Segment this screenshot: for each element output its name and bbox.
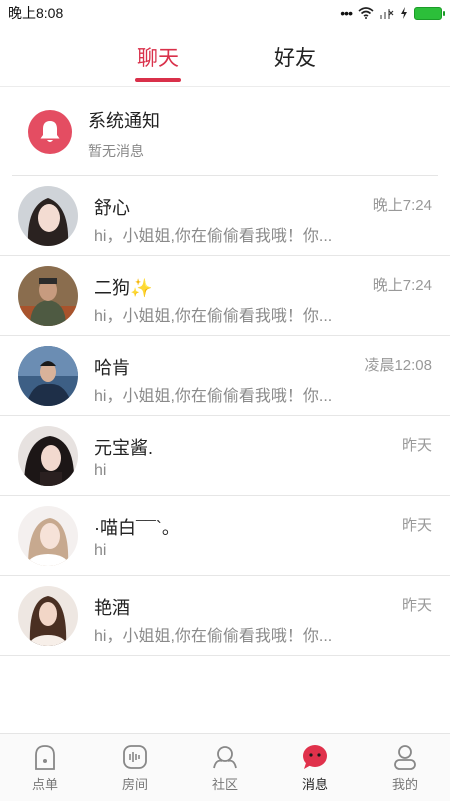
contact-name: ·喵白¯¯`。	[94, 518, 180, 538]
avatar	[18, 266, 78, 326]
system-notice-title: 系统通知	[88, 111, 160, 131]
message-time: 昨天	[401, 517, 432, 534]
contact-name: 元宝酱.	[94, 438, 154, 458]
battery-icon	[414, 6, 445, 20]
message-preview: hi	[94, 462, 107, 479]
contact-name: 哈肯	[94, 358, 130, 378]
charging-icon	[401, 7, 407, 19]
contact-name: 舒心	[94, 198, 130, 218]
room-icon	[123, 745, 147, 769]
sparkle-icon: ✨	[130, 278, 153, 298]
nav-messages[interactable]: 消息	[270, 734, 360, 801]
chat-list: 舒心 晚上7:24 hi，小姐姐,你在偷偷看我哦！你... 二狗✨ 晚上7:24…	[0, 176, 450, 656]
avatar	[18, 506, 78, 566]
dots-icon: •••	[340, 5, 353, 21]
message-preview: hi，小姐姐,你在偷偷看我哦！你...	[94, 388, 333, 405]
chat-item-miaobai[interactable]: ·喵白¯¯`。 昨天 hi	[0, 496, 450, 576]
top-tab-bar: 聊天 好友	[0, 26, 450, 87]
nav-room[interactable]: 房间	[90, 734, 180, 801]
active-tab-indicator	[135, 78, 181, 82]
message-time: 晚上7:24	[372, 277, 432, 294]
message-preview: hi	[94, 542, 107, 559]
signal-icon	[380, 9, 394, 19]
nav-label-messages: 消息	[301, 777, 328, 792]
tab-chat[interactable]: 聊天	[137, 42, 179, 72]
message-icon	[303, 745, 327, 769]
community-icon	[213, 746, 237, 769]
message-time: 凌晨12:08	[364, 357, 432, 374]
chat-item-yanjiu[interactable]: 艳酒 昨天 hi，小姐姐,你在偷偷看我哦！你...	[0, 576, 450, 656]
nav-label-profile: 我的	[391, 777, 418, 792]
nav-profile[interactable]: 我的	[360, 734, 450, 801]
message-preview: hi，小姐姐,你在偷偷看我哦！你...	[94, 228, 333, 245]
status-bar: 晚上8:08 •••	[0, 0, 450, 26]
status-time: 晚上8:08	[8, 5, 64, 21]
system-notice-item[interactable]: 系统通知 暂无消息	[0, 87, 450, 175]
contact-name: 二狗✨	[94, 278, 153, 298]
bell-icon	[28, 110, 72, 154]
nav-label-community: 社区	[211, 777, 238, 792]
chat-item-yuanbaojiang[interactable]: 元宝酱. 昨天 hi	[0, 416, 450, 496]
message-time: 昨天	[401, 437, 432, 454]
avatar	[18, 186, 78, 246]
profile-icon	[394, 745, 416, 770]
avatar	[18, 346, 78, 406]
status-icons: •••	[340, 5, 445, 21]
contact-name: 艳酒	[94, 598, 130, 618]
nav-label-room: 房间	[121, 777, 148, 792]
wifi-icon	[358, 7, 374, 19]
chat-item-shuxin[interactable]: 舒心 晚上7:24 hi，小姐姐,你在偷偷看我哦！你...	[0, 176, 450, 256]
avatar	[18, 586, 78, 646]
message-preview: hi，小姐姐,你在偷偷看我哦！你...	[94, 628, 333, 645]
nav-community[interactable]: 社区	[180, 734, 270, 801]
chat-item-haken[interactable]: 哈肯 凌晨12:08 hi，小姐姐,你在偷偷看我哦！你...	[0, 336, 450, 416]
message-preview: hi，小姐姐,你在偷偷看我哦！你...	[94, 308, 333, 325]
order-icon	[35, 745, 55, 770]
nav-label-order: 点单	[31, 777, 58, 792]
system-notice-subtitle: 暂无消息	[88, 143, 144, 159]
bottom-nav: 点单 房间 社区 消息 我的	[0, 733, 450, 801]
nav-order[interactable]: 点单	[0, 734, 90, 801]
tab-friends[interactable]: 好友	[274, 42, 316, 72]
chat-item-ergou[interactable]: 二狗✨ 晚上7:24 hi，小姐姐,你在偷偷看我哦！你...	[0, 256, 450, 336]
message-time: 晚上7:24	[372, 197, 432, 214]
message-time: 昨天	[401, 597, 432, 614]
avatar	[18, 426, 78, 486]
